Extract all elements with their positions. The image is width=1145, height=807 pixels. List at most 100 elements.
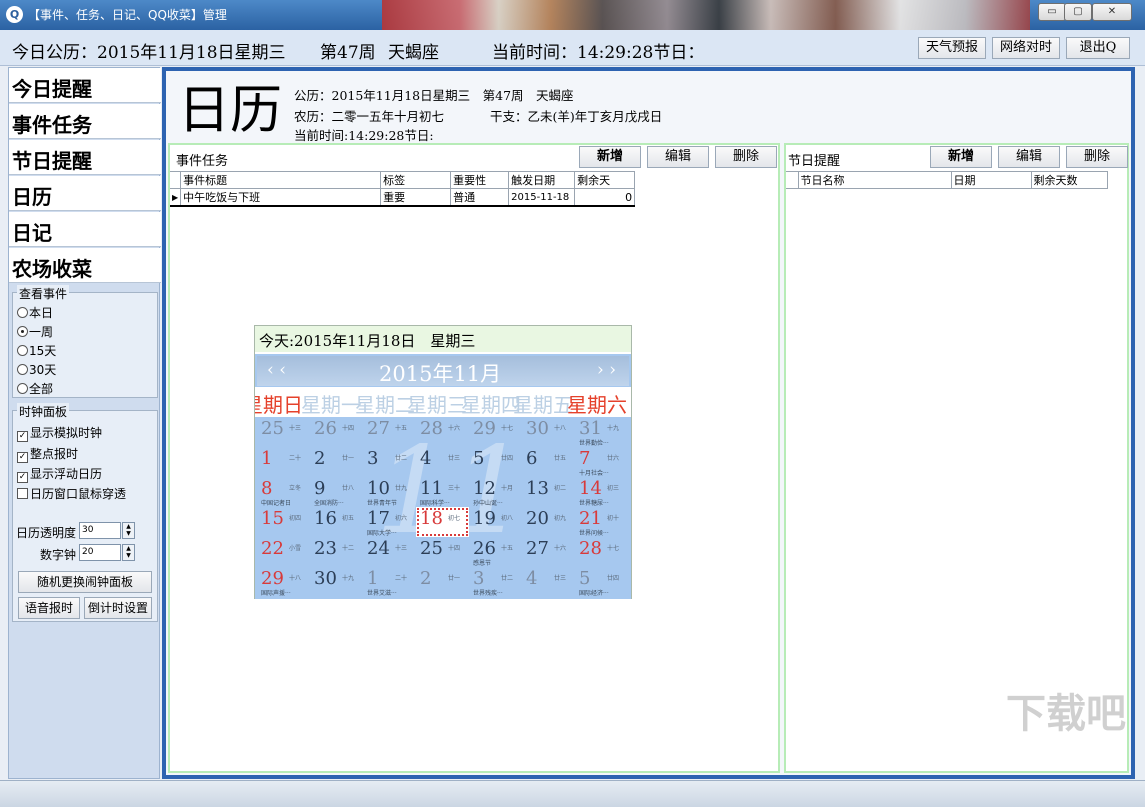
holiday-add-button[interactable]: 新增: [930, 146, 992, 168]
countdown-settings-button[interactable]: 倒计时设置: [84, 597, 152, 619]
calendar-day[interactable]: 27 十六: [522, 537, 575, 567]
festival-label: 世界青年节: [367, 500, 398, 507]
voice-time-button[interactable]: 语音报时: [18, 597, 80, 619]
radio-30-days[interactable]: 30天: [17, 362, 56, 378]
column-header[interactable]: 触发日期: [508, 171, 576, 189]
holiday-edit-button[interactable]: 编辑: [998, 146, 1060, 168]
checkbox-analog-clock[interactable]: ✓ 显示模拟时钟: [17, 425, 102, 442]
nav-holiday-reminder[interactable]: 节日提醒: [9, 140, 161, 175]
calendar-day[interactable]: 20 初九: [522, 507, 575, 537]
event-add-button[interactable]: 新增: [579, 146, 641, 168]
opacity-spinner[interactable]: 30 ▲ ▼: [79, 522, 135, 539]
lunar-day: 廿二: [395, 455, 408, 462]
calendar-day[interactable]: 22 小雪: [257, 537, 310, 567]
calendar-day[interactable]: 29 十七: [469, 417, 522, 447]
prev-month-icon[interactable]: ‹ ‹: [267, 360, 286, 380]
calendar-day[interactable]: 15 初四: [257, 507, 310, 537]
column-header[interactable]: 剩余天数: [1030, 171, 1108, 189]
random-clock-face-button[interactable]: 随机更换闹钟面板: [18, 571, 152, 593]
calendar-day[interactable]: 8 立冬 中国记者日: [257, 477, 310, 507]
nav-event-tasks[interactable]: 事件任务: [9, 104, 161, 139]
calendar-day[interactable]: 1 二十: [257, 447, 310, 477]
column-header[interactable]: 事件标题: [180, 171, 382, 189]
calendar-day[interactable]: 4 廿三: [522, 567, 575, 597]
calendar-day[interactable]: 21 初十 世界问候···: [575, 507, 628, 537]
checkbox-hourly-chime[interactable]: ✓ 整点报时: [17, 446, 78, 463]
calendar-day[interactable]: 29 十八 国际声援···: [257, 567, 310, 597]
calendar-day[interactable]: 12 十月 孙中山诞···: [469, 477, 522, 507]
calendar-day[interactable]: 2 廿一: [416, 567, 469, 597]
table-cell[interactable]: 2015-11-18: [508, 188, 576, 207]
calendar-day[interactable]: 5 廿四: [469, 447, 522, 477]
calendar-day[interactable]: 13 初二: [522, 477, 575, 507]
sync-time-button[interactable]: 网络对时: [992, 37, 1060, 59]
calendar-day[interactable]: 16 初五: [310, 507, 363, 537]
checkbox-mouse-passthrough[interactable]: 日历窗口鼠标穿透: [17, 486, 126, 502]
digital-clock-spinner[interactable]: 20 ▲ ▼: [79, 544, 135, 561]
column-header[interactable]: 重要性: [450, 171, 510, 189]
checkbox-floating-calendar[interactable]: ✓ 显示浮动日历: [17, 466, 102, 483]
calendar-day[interactable]: 27 十五: [363, 417, 416, 447]
calendar-day[interactable]: 4 廿三: [416, 447, 469, 477]
minimize-button[interactable]: ▭: [1038, 3, 1066, 21]
table-cell[interactable]: 中午吃饭与下班: [180, 188, 382, 207]
lunar-day: 三十: [448, 485, 461, 492]
radio-today[interactable]: 本日: [17, 305, 53, 321]
radio-week[interactable]: 一周: [17, 324, 53, 340]
calendar-day[interactable]: 1 二十 世界艾滋···: [363, 567, 416, 597]
calendar-day[interactable]: 3 廿二: [363, 447, 416, 477]
table-cell[interactable]: 重要: [380, 188, 452, 207]
event-edit-button[interactable]: 编辑: [647, 146, 709, 168]
calendar-day[interactable]: 17 初六 国际大学···: [363, 507, 416, 537]
table-cell[interactable]: 普通: [450, 188, 510, 207]
calendar-day[interactable]: 26 十四: [310, 417, 363, 447]
nav-farm-harvest[interactable]: 农场收菜: [9, 248, 161, 283]
title-bar[interactable]: Q 【事件、任务、日记、QQ收菜】管理 ▭ ▢ ✕: [0, 0, 1145, 30]
table-cell[interactable]: 0: [574, 188, 636, 207]
calendar-day[interactable]: 23 十二: [310, 537, 363, 567]
nav-diary[interactable]: 日记: [9, 212, 161, 247]
restore-button[interactable]: ▢: [1064, 3, 1092, 21]
calendar-day[interactable]: 10 廿九 世界青年节: [363, 477, 416, 507]
column-header[interactable]: 日期: [950, 171, 1032, 189]
column-header[interactable]: 标签: [380, 171, 452, 189]
day-number: 3: [367, 448, 379, 469]
spinner-arrows-icon[interactable]: ▲ ▼: [122, 522, 135, 539]
calendar-day[interactable]: 28 十七: [575, 537, 628, 567]
exit-button[interactable]: 退出Q: [1066, 37, 1130, 59]
calendar-day[interactable]: 25 十四: [416, 537, 469, 567]
spinner-arrows-icon[interactable]: ▲ ▼: [122, 544, 135, 561]
nav-today-reminder[interactable]: 今日提醒: [9, 68, 161, 103]
calendar-day[interactable]: 31 十九 世界勤俭···: [575, 417, 628, 447]
event-delete-button[interactable]: 删除: [715, 146, 777, 168]
calendar-day[interactable]: 19 初八: [469, 507, 522, 537]
calendar-day[interactable]: 28 十六: [416, 417, 469, 447]
calendar-day[interactable]: 2 廿一: [310, 447, 363, 477]
radio-15-days[interactable]: 15天: [17, 343, 56, 359]
column-header[interactable]: 节日名称: [797, 171, 952, 189]
holiday-delete-button[interactable]: 删除: [1066, 146, 1128, 168]
calendar-body: ‹ ‹ 2015年11月 › › 星期日 星期一 星期二 星期三 星期四 星期五…: [255, 354, 631, 599]
calendar-day[interactable]: 14 初三 世界糖尿···: [575, 477, 628, 507]
close-button[interactable]: ✕: [1092, 3, 1132, 21]
calendar-day[interactable]: 26 十五 感恩节: [469, 537, 522, 567]
calendar-day[interactable]: 9 廿八 全国消防···: [310, 477, 363, 507]
weather-button[interactable]: 天气预报: [918, 37, 986, 59]
next-month-icon[interactable]: › ›: [597, 360, 616, 380]
calendar-day[interactable]: 3 廿二 世界残疾···: [469, 567, 522, 597]
calendar-day[interactable]: 25 十三: [257, 417, 310, 447]
calendar-day[interactable]: 30 十八: [522, 417, 575, 447]
floating-calendar[interactable]: 今天:2015年11月18日 星期三 ‹ ‹ 2015年11月 › › 星期日 …: [254, 325, 632, 599]
calendar-day[interactable]: 11 三十 国际科学···: [416, 477, 469, 507]
nav-calendar[interactable]: 日历: [9, 176, 161, 211]
calendar-day-today[interactable]: 18 初七: [416, 507, 469, 537]
calendar-day[interactable]: 6 廿五: [522, 447, 575, 477]
calendar-day[interactable]: 30 十九: [310, 567, 363, 597]
radio-all[interactable]: 全部: [17, 381, 53, 397]
table-row[interactable]: ▶ 中午吃饭与下班 重要 普通 2015-11-18 0: [170, 188, 636, 207]
calendar-day[interactable]: 5 廿四 国际经济···: [575, 567, 628, 597]
calendar-day[interactable]: 24 十三: [363, 537, 416, 567]
column-header[interactable]: 剩余天: [574, 171, 636, 189]
calendar-day[interactable]: 7 廿六 十月社会···: [575, 447, 628, 477]
lunar-day: 十五: [395, 425, 408, 432]
